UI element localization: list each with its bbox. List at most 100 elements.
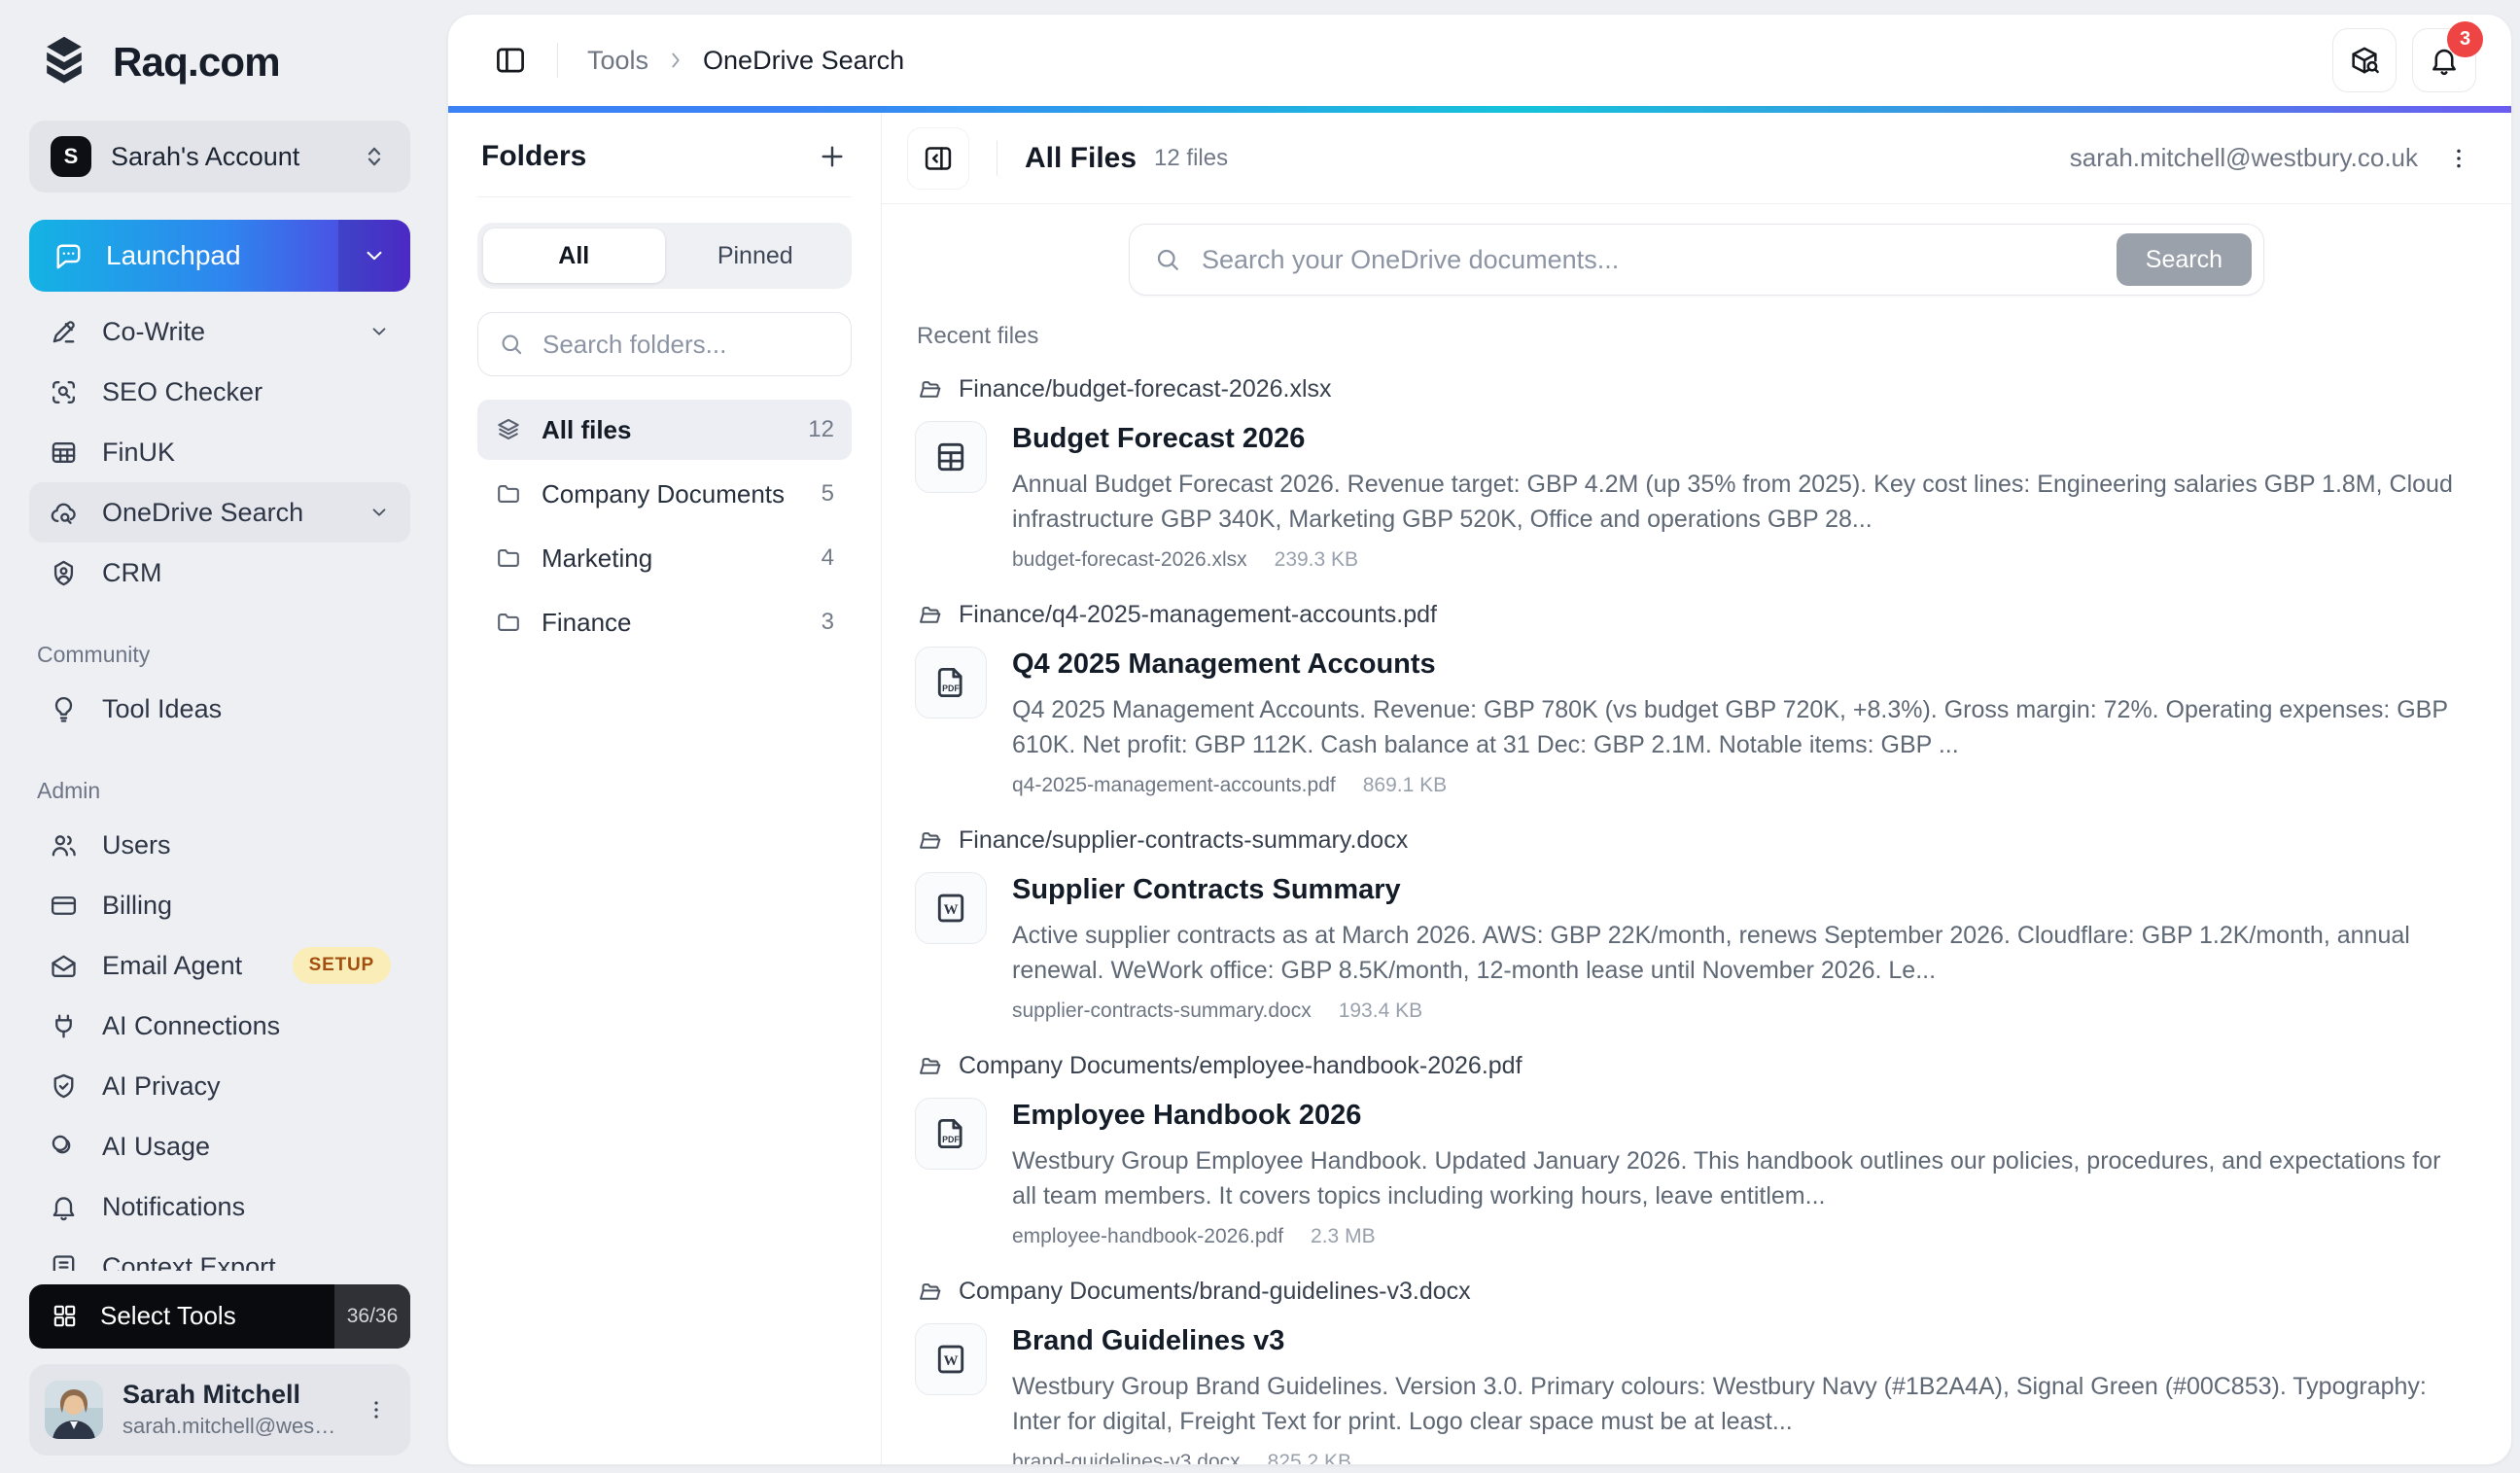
select-tools-label: Select Tools xyxy=(100,1301,334,1331)
file-groups: Finance/budget-forecast-2026.xlsx Budget… xyxy=(915,375,2472,1464)
user-email: sarah.mitchell@westbury.co.uk xyxy=(122,1414,338,1439)
seo-scan-icon xyxy=(49,377,79,407)
file-description: Westbury Group Employee Handbook. Update… xyxy=(1012,1143,2461,1213)
sidebar-item[interactable]: Context Export xyxy=(29,1237,410,1271)
document-search[interactable]: Search xyxy=(1129,224,2264,296)
add-folder-button[interactable] xyxy=(817,141,848,172)
sidebar-toggle-button[interactable] xyxy=(493,43,528,78)
folder-count: 12 xyxy=(808,416,834,443)
sidebar-item[interactable]: Users xyxy=(29,815,410,875)
file-description: Westbury Group Brand Guidelines. Version… xyxy=(1012,1369,2461,1439)
file-card[interactable]: W Supplier Contracts Summary Active supp… xyxy=(915,872,2472,1023)
sidebar-item[interactable]: Notifications xyxy=(29,1176,410,1237)
file-title[interactable]: Supplier Contracts Summary xyxy=(1012,874,2461,906)
file-card[interactable]: W Brand Guidelines v3 Westbury Group Bra… xyxy=(915,1323,2472,1464)
file-card[interactable]: PDF Q4 2025 Management Accounts Q4 2025 … xyxy=(915,647,2472,797)
sidebar-item[interactable]: Email Agent SETUP xyxy=(29,935,410,996)
file-details: Supplier Contracts Summary Active suppli… xyxy=(1012,872,2461,1023)
folder-icon xyxy=(495,609,522,636)
file-meta: q4-2025-management-accounts.pdf 869.1 KB xyxy=(1012,774,2461,797)
sidebar-item[interactable]: Tool Ideas xyxy=(29,679,410,739)
launchpad-expand-button[interactable] xyxy=(338,220,410,292)
file-path-row[interactable]: Finance/budget-forecast-2026.xlsx xyxy=(917,375,2472,403)
folders-tab[interactable]: All xyxy=(483,228,665,283)
search-button[interactable]: Search xyxy=(2117,233,2252,286)
file-size: 193.4 KB xyxy=(1339,1000,1422,1023)
brand-logo-icon xyxy=(35,33,93,91)
user-menu-button[interactable] xyxy=(358,1391,395,1428)
document-search-input[interactable] xyxy=(1200,244,2099,276)
file-title[interactable]: Brand Guidelines v3 xyxy=(1012,1325,2461,1357)
file-path-row[interactable]: Finance/q4-2025-management-accounts.pdf xyxy=(917,601,2472,629)
sidebar-item[interactable]: CRM xyxy=(29,543,410,603)
folder-row[interactable]: Finance 3 xyxy=(477,592,852,652)
sidebar-item[interactable]: Billing xyxy=(29,875,410,935)
folder-row[interactable]: Company Documents 5 xyxy=(477,464,852,524)
content-area: All Files 12 files sarah.mitchell@westbu… xyxy=(882,113,2511,1464)
sidebar-item[interactable]: AI Privacy xyxy=(29,1056,410,1116)
folder-search-input[interactable] xyxy=(541,329,831,361)
folder-open-icon xyxy=(917,376,943,403)
user-card[interactable]: Sarah Mitchell sarah.mitchell@westbury.c… xyxy=(29,1364,410,1455)
sidebar-item[interactable]: OneDrive Search xyxy=(29,482,410,543)
file-filename: q4-2025-management-accounts.pdf xyxy=(1012,774,1336,797)
sidebar-item[interactable]: Co-Write xyxy=(29,301,410,362)
folder-count: 4 xyxy=(822,544,834,572)
chevron-right-icon xyxy=(648,49,703,72)
file-filename: budget-forecast-2026.xlsx xyxy=(1012,548,1247,572)
sidebar-item-label: Notifications xyxy=(102,1192,391,1222)
file-description: Q4 2025 Management Accounts. Revenue: GB… xyxy=(1012,692,2461,762)
panel-columns: Folders All Pinned xyxy=(448,113,2511,1464)
topbar-action-button[interactable]: 3 xyxy=(2412,28,2476,92)
file-path-row[interactable]: Company Documents/employee-handbook-2026… xyxy=(917,1052,2472,1080)
topbar-action-button[interactable] xyxy=(2332,28,2397,92)
folder-row[interactable]: Marketing 4 xyxy=(477,528,852,588)
document-search-row: Search xyxy=(882,204,2511,321)
file-pdf-icon: PDF xyxy=(915,1098,987,1170)
file-meta: brand-guidelines-v3.docx 825.2 KB xyxy=(1012,1451,2461,1464)
file-group: Company Documents/employee-handbook-2026… xyxy=(915,1052,2472,1248)
sidebar-item[interactable]: AI Connections xyxy=(29,996,410,1056)
file-path: Finance/q4-2025-management-accounts.pdf xyxy=(959,601,1437,629)
avatar xyxy=(45,1381,103,1439)
file-word-icon: W xyxy=(915,872,987,944)
layers-icon xyxy=(495,416,522,443)
file-title[interactable]: Q4 2025 Management Accounts xyxy=(1012,649,2461,681)
sidebar-nav: Co-Write SEO Checker FinUK xyxy=(29,301,410,1271)
select-tools-button[interactable]: Select Tools 36/36 xyxy=(29,1284,410,1349)
chevron-down-icon xyxy=(361,242,388,269)
folder-row[interactable]: All files 12 xyxy=(477,400,852,460)
sidebar: Raq.com S Sarah's Account Launchpad Co-W… xyxy=(0,0,439,1473)
file-word-icon: W xyxy=(915,1323,987,1395)
file-meta: supplier-contracts-summary.docx 193.4 KB xyxy=(1012,1000,2461,1023)
svg-text:PDF: PDF xyxy=(942,684,960,693)
folders-tabs: All Pinned xyxy=(477,223,852,289)
file-title[interactable]: Employee Handbook 2026 xyxy=(1012,1100,2461,1132)
chevrons-up-down-icon xyxy=(360,142,389,171)
collapse-folders-button[interactable] xyxy=(907,127,969,190)
folder-open-icon xyxy=(917,1279,943,1305)
file-title[interactable]: Budget Forecast 2026 xyxy=(1012,423,2461,455)
file-card[interactable]: PDF Employee Handbook 2026 Westbury Grou… xyxy=(915,1098,2472,1248)
file-card[interactable]: Budget Forecast 2026 Annual Budget Forec… xyxy=(915,421,2472,572)
breadcrumb-parent[interactable]: Tools xyxy=(587,46,648,76)
file-path-row[interactable]: Company Documents/brand-guidelines-v3.do… xyxy=(917,1278,2472,1306)
sidebar-item-label: SEO Checker xyxy=(102,377,391,407)
folders-tab[interactable]: Pinned xyxy=(665,228,847,283)
sidebar-item[interactable]: AI Usage xyxy=(29,1116,410,1176)
file-group: Company Documents/brand-guidelines-v3.do… xyxy=(915,1278,2472,1464)
file-pdf-icon: PDF xyxy=(915,647,987,719)
content-menu-button[interactable] xyxy=(2445,145,2472,172)
sidebar-item[interactable]: SEO Checker xyxy=(29,362,410,422)
folder-label: Company Documents xyxy=(542,479,802,509)
file-size: 239.3 KB xyxy=(1275,548,1358,572)
folder-search[interactable] xyxy=(477,312,852,376)
sidebar-item[interactable]: FinUK xyxy=(29,422,410,482)
file-size: 869.1 KB xyxy=(1363,774,1447,797)
mail-icon xyxy=(49,951,79,981)
file-path-row[interactable]: Finance/supplier-contracts-summary.docx xyxy=(917,826,2472,855)
file-details: Q4 2025 Management Accounts Q4 2025 Mana… xyxy=(1012,647,2461,797)
launchpad-button[interactable]: Launchpad xyxy=(29,220,410,292)
brand-name: Raq.com xyxy=(113,39,280,86)
account-selector[interactable]: S Sarah's Account xyxy=(29,121,410,193)
